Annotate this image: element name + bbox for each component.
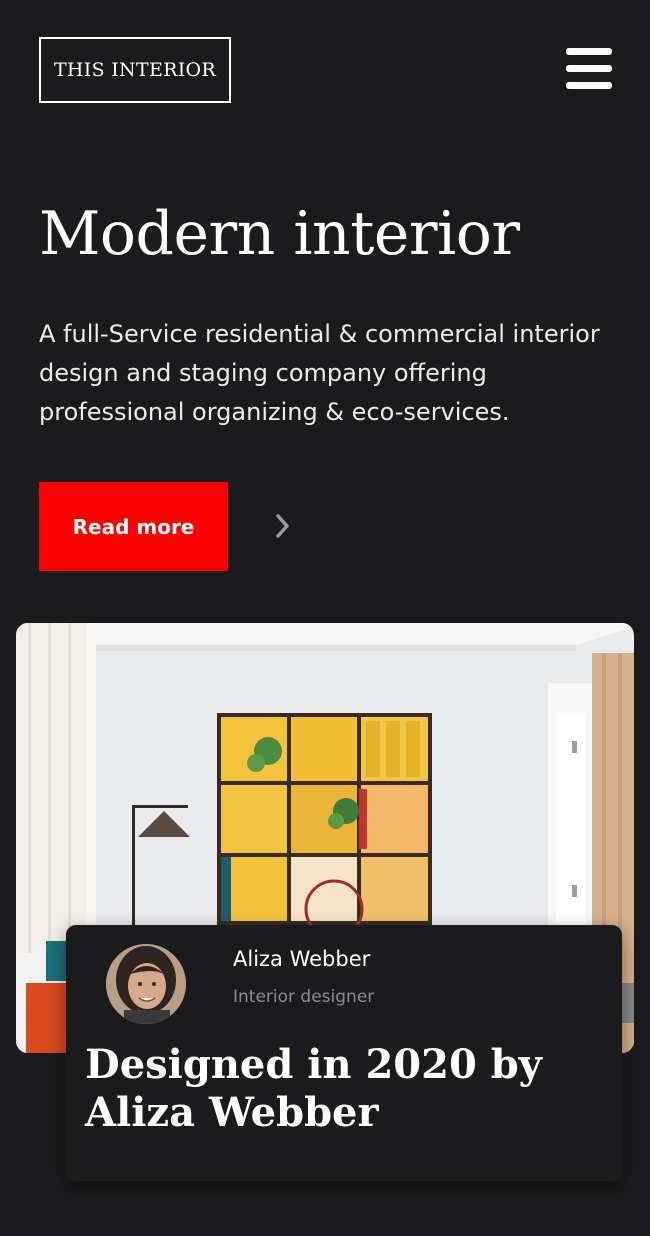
logo-text: THIS INTERIOR xyxy=(53,59,217,81)
read-more-button[interactable]: Read more xyxy=(39,482,228,571)
author-role: Interior designer xyxy=(233,987,375,1007)
designer-card[interactable]: Aliza Webber Interior designer Designed … xyxy=(66,925,622,1181)
site-logo[interactable]: THIS INTERIOR xyxy=(39,37,231,103)
hero-title: Modern interior xyxy=(39,199,520,269)
chevron-right-icon[interactable] xyxy=(270,512,296,540)
hero-description: A full-Service residential & commercial … xyxy=(39,320,600,426)
avatar xyxy=(106,944,186,1024)
menu-bar-bottom xyxy=(566,82,612,89)
menu-bar-top xyxy=(566,48,612,55)
author-name: Aliza Webber xyxy=(233,947,371,971)
card-title[interactable]: Designed in 2020 by Aliza Webber xyxy=(85,1041,585,1137)
hamburger-menu-icon[interactable] xyxy=(566,48,613,90)
menu-bar-middle xyxy=(566,65,612,72)
